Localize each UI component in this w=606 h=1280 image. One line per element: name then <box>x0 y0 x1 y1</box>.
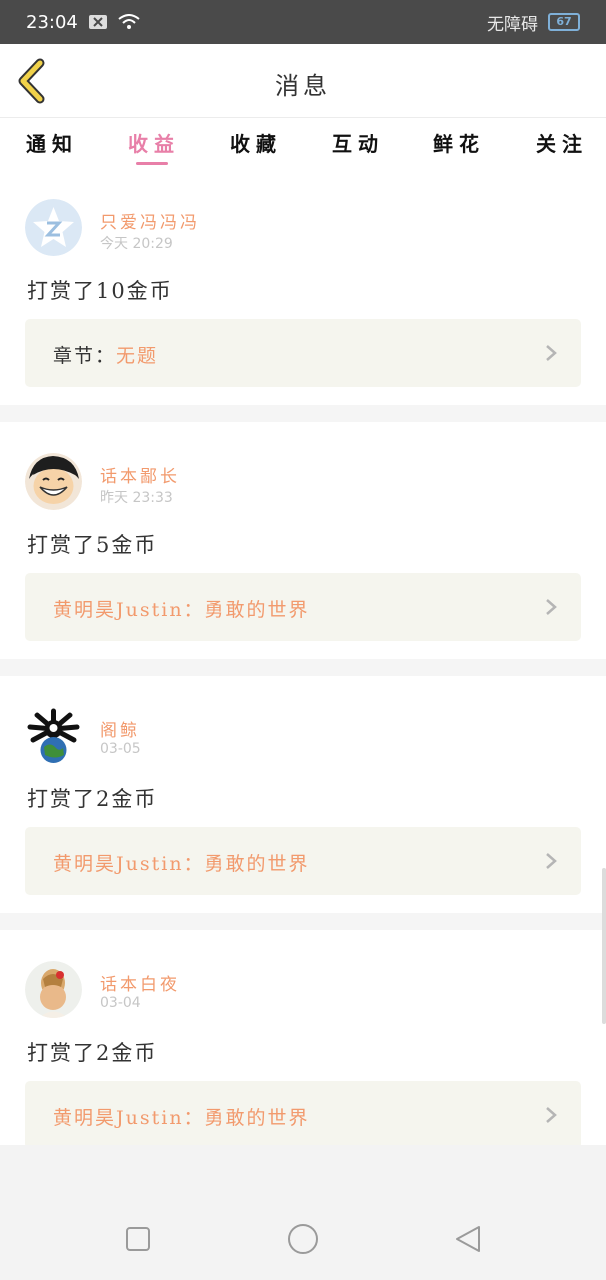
globe-avatar-icon[interactable] <box>25 707 82 764</box>
timestamp: 昨天 23:33 <box>100 490 173 506</box>
system-nav-bar <box>0 1200 606 1280</box>
notification-icon <box>88 15 107 29</box>
wifi-icon <box>118 14 140 29</box>
tab-follows[interactable]: 关注 <box>536 128 588 157</box>
battery-icon: 67 <box>548 13 580 31</box>
username[interactable]: 话本白夜 <box>100 970 180 995</box>
chapter-link[interactable]: 黄明昊Justin：勇敢的世界 <box>25 1081 581 1149</box>
username[interactable]: 阁鲸 <box>100 716 140 741</box>
recent-apps-icon[interactable] <box>125 1226 151 1252</box>
tab-earnings[interactable]: 收益 <box>128 128 180 157</box>
status-bar: 23:04 无障碍 67 <box>0 0 606 44</box>
accessibility-status: 无障碍 <box>487 14 538 35</box>
chapter-link[interactable]: 黄明昊Justin：勇敢的世界 <box>25 827 581 895</box>
tab-notifications[interactable]: 通知 <box>26 128 78 157</box>
chevron-right-icon <box>546 853 557 869</box>
clock: 23:04 <box>26 11 78 33</box>
reward-text: 打赏了2金币 <box>27 787 158 811</box>
chapter-title: 黄明昊Justin：勇敢的世界 <box>53 1107 310 1129</box>
chevron-right-icon <box>546 345 557 361</box>
app-header: 消息 <box>0 44 606 118</box>
timestamp: 今天 20:29 <box>100 236 173 252</box>
username[interactable]: 话本鄙长 <box>100 462 180 487</box>
timestamp: 03-05 <box>100 741 141 757</box>
qq-default-avatar-icon[interactable] <box>25 199 82 256</box>
back-icon[interactable] <box>454 1225 482 1253</box>
anime-boy-avatar-icon[interactable] <box>25 453 82 510</box>
girl-avatar-icon[interactable] <box>25 961 82 1018</box>
reward-text: 打赏了5金币 <box>27 533 158 557</box>
message-list: 只爱冯冯冯 今天 20:29 打赏了10金币 章节：无题 话本鄙长 昨天 23:… <box>0 168 606 1184</box>
message-card: 阁鲸 03-05 打赏了2金币 黄明昊Justin：勇敢的世界 <box>0 676 606 913</box>
message-card: 只爱冯冯冯 今天 20:29 打赏了10金币 章节：无题 <box>0 168 606 405</box>
username[interactable]: 只爱冯冯冯 <box>100 208 200 233</box>
reward-text: 打赏了2金币 <box>27 1041 158 1065</box>
scrollbar[interactable] <box>602 868 606 1024</box>
battery-level: 67 <box>556 15 572 28</box>
reward-text: 打赏了10金币 <box>27 279 173 303</box>
tab-favorites[interactable]: 收藏 <box>230 128 282 157</box>
chapter-label: 章节： <box>53 345 117 367</box>
chapter-title: 黄明昊Justin：勇敢的世界 <box>53 853 310 875</box>
message-card: 话本鄙长 昨天 23:33 打赏了5金币 黄明昊Justin：勇敢的世界 <box>0 422 606 659</box>
chapter-link[interactable]: 章节：无题 <box>25 319 581 387</box>
page-title: 消息 <box>275 72 331 100</box>
tab-bar: 通知 收益 收藏 互动 鲜花 关注 <box>0 118 606 168</box>
chevron-right-icon <box>546 599 557 615</box>
chapter-title: 无题 <box>116 345 159 367</box>
chevron-right-icon <box>546 1107 557 1123</box>
tab-flowers[interactable]: 鲜花 <box>433 128 485 157</box>
chapter-link[interactable]: 黄明昊Justin：勇敢的世界 <box>25 573 581 641</box>
timestamp: 03-04 <box>100 995 141 1011</box>
tab-interactions[interactable]: 互动 <box>332 128 384 157</box>
message-card: 话本白夜 03-04 打赏了2金币 黄明昊Justin：勇敢的世界 <box>0 930 606 1167</box>
chapter-title: 黄明昊Justin：勇敢的世界 <box>53 599 310 621</box>
home-icon[interactable] <box>287 1223 319 1255</box>
active-tab-indicator <box>136 162 168 165</box>
